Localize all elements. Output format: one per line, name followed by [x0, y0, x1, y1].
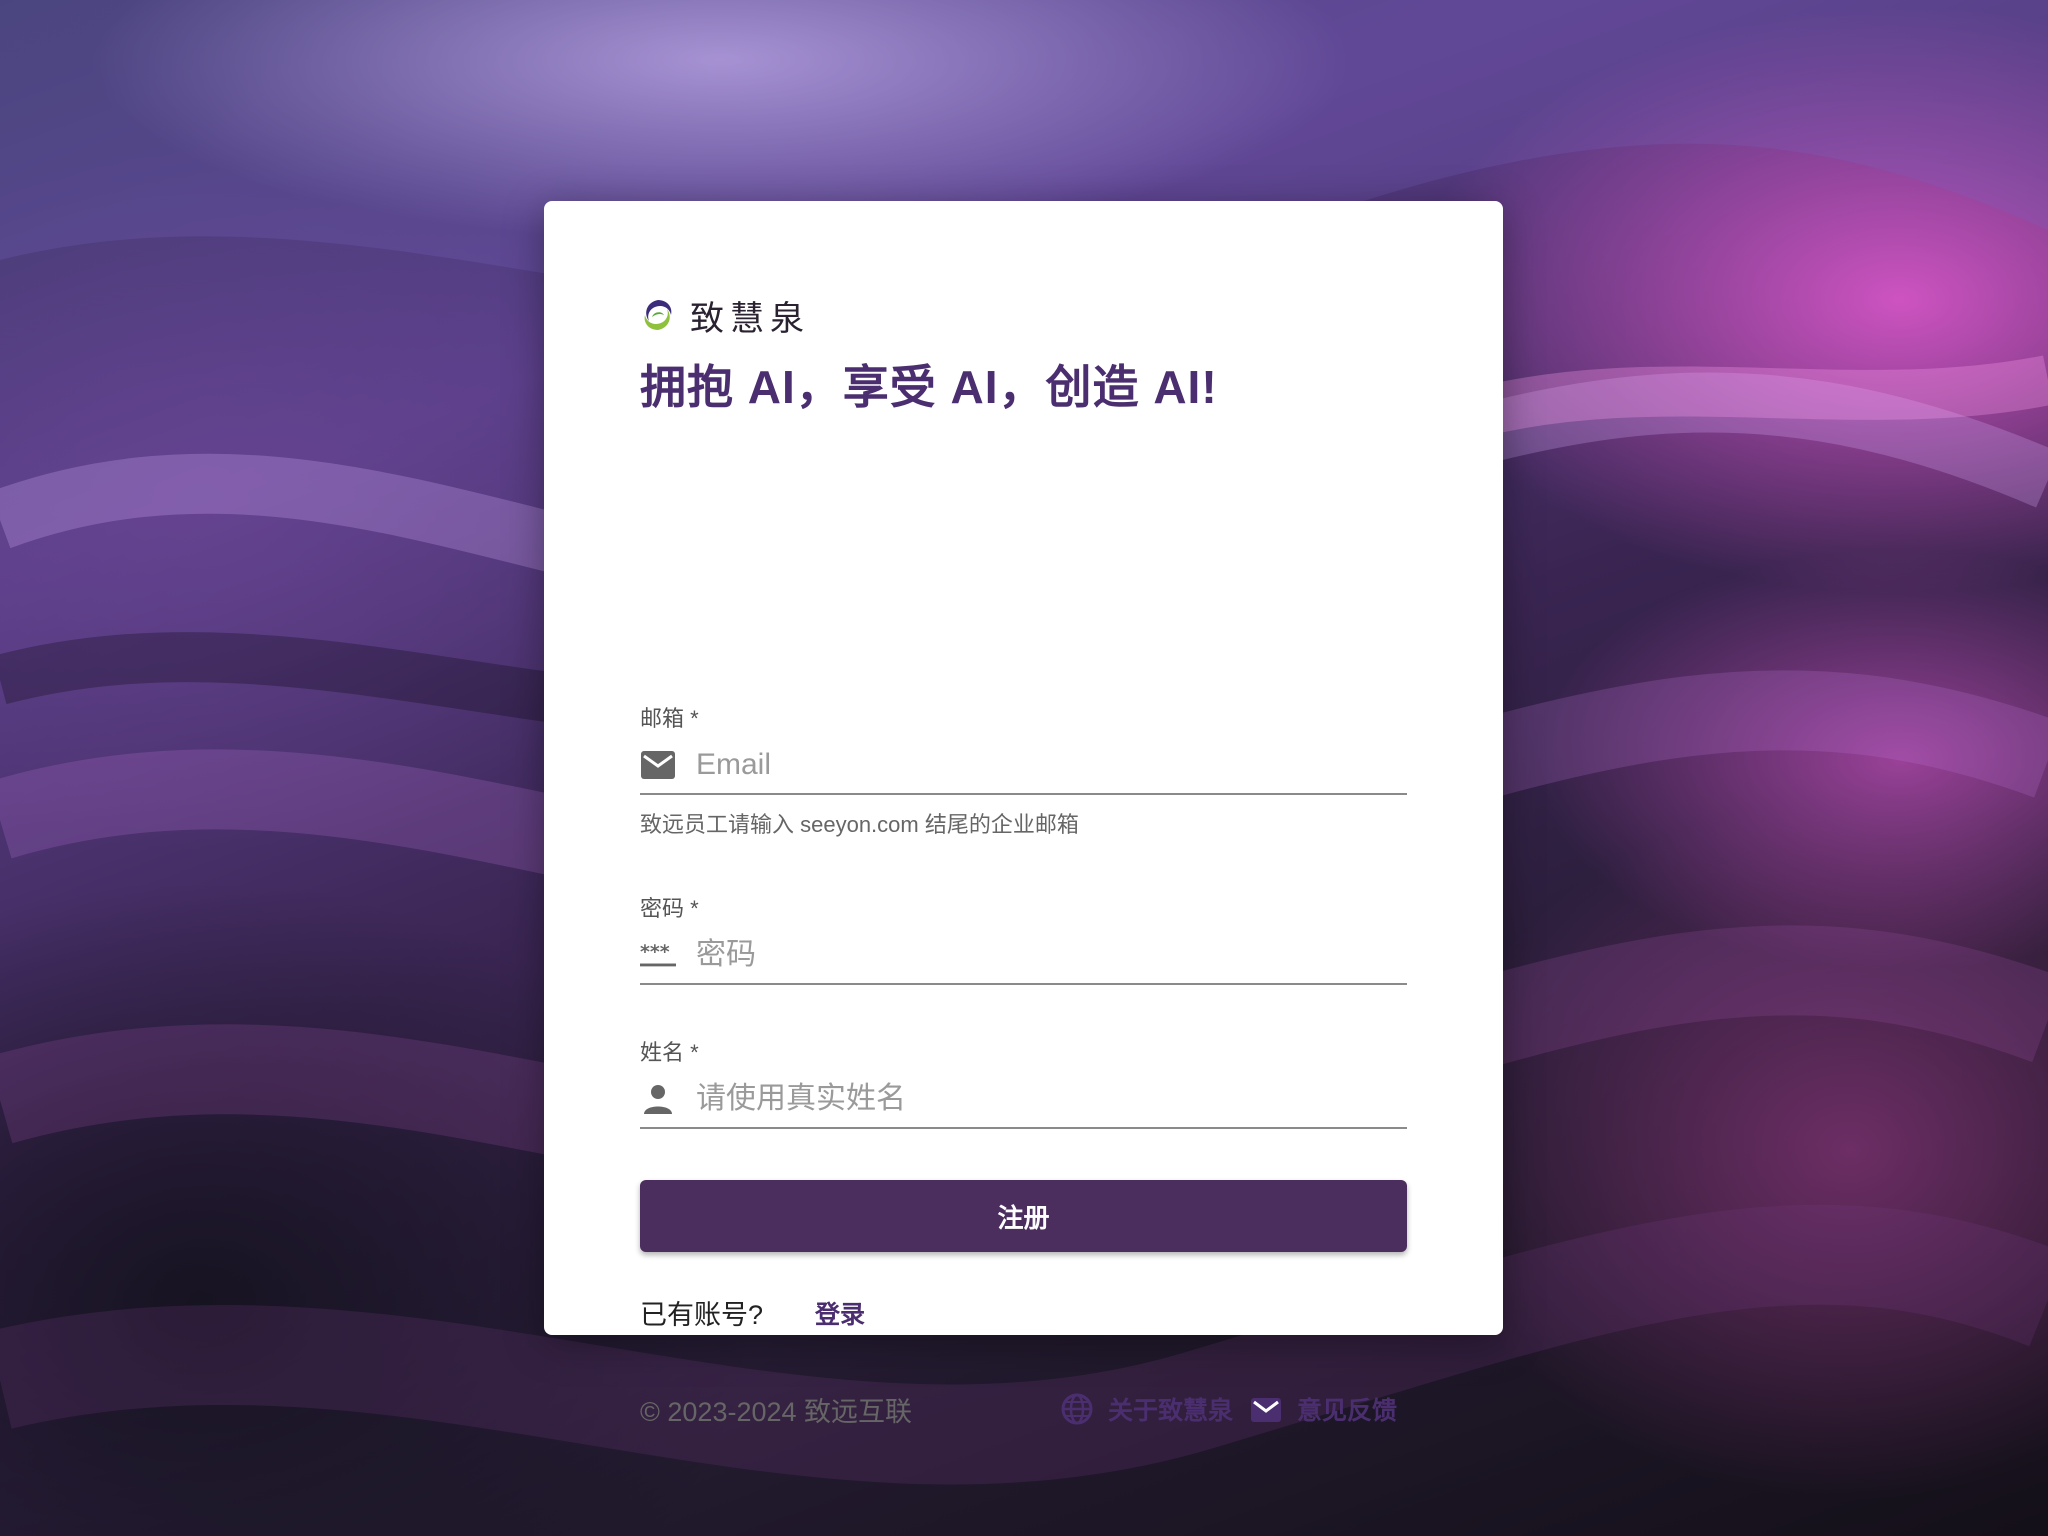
password-icon: *** — [640, 937, 676, 973]
password-label: 密码 * — [640, 896, 699, 921]
email-hint: 致远员工请输入 seeyon.com 结尾的企业邮箱 — [640, 812, 1079, 837]
register-button[interactable]: 注册 — [640, 1180, 1407, 1252]
mail-icon — [640, 747, 676, 783]
name-input[interactable] — [696, 1082, 1407, 1116]
email-field-row[interactable] — [640, 737, 1407, 795]
login-prompt: 已有账号? 登录 — [640, 1293, 865, 1332]
email-label: 邮箱 * — [640, 706, 699, 731]
name-field-row[interactable] — [640, 1071, 1407, 1129]
footer-links: 关于致慧泉 意见反馈 — [1060, 1387, 1397, 1431]
page-title: 拥抱 AI，享受 AI，创造 AI! — [640, 361, 1218, 413]
feedback-label: 意见反馈 — [1296, 1397, 1397, 1425]
copyright: © 2023-2024 致远互联 — [640, 1396, 913, 1427]
card-footer: © 2023-2024 致远互联 关于致慧泉 意见反馈 — [640, 1387, 1407, 1431]
brand: 致慧泉 — [640, 293, 810, 339]
brand-logo-icon — [641, 298, 675, 332]
svg-text:***: *** — [640, 941, 670, 963]
feedback-link[interactable]: 意见反馈 — [1249, 1391, 1397, 1427]
email-input[interactable] — [696, 748, 1407, 782]
password-input[interactable] — [696, 938, 1407, 972]
about-label: 关于致慧泉 — [1107, 1397, 1233, 1425]
person-icon — [640, 1081, 676, 1117]
globe-icon — [1061, 1393, 1093, 1425]
brand-name: 致慧泉 — [690, 298, 810, 339]
name-label: 姓名 * — [640, 1040, 699, 1065]
mail-icon — [1250, 1398, 1281, 1422]
register-card: 致慧泉 拥抱 AI，享受 AI，创造 AI! 邮箱 * 致远员工请输入 seey… — [544, 201, 1503, 1427]
password-field-row[interactable]: *** — [640, 927, 1407, 985]
has-account-text: 已有账号? — [640, 1300, 764, 1330]
about-link[interactable]: 关于致慧泉 — [1060, 1391, 1233, 1427]
login-link[interactable]: 登录 — [815, 1295, 865, 1331]
